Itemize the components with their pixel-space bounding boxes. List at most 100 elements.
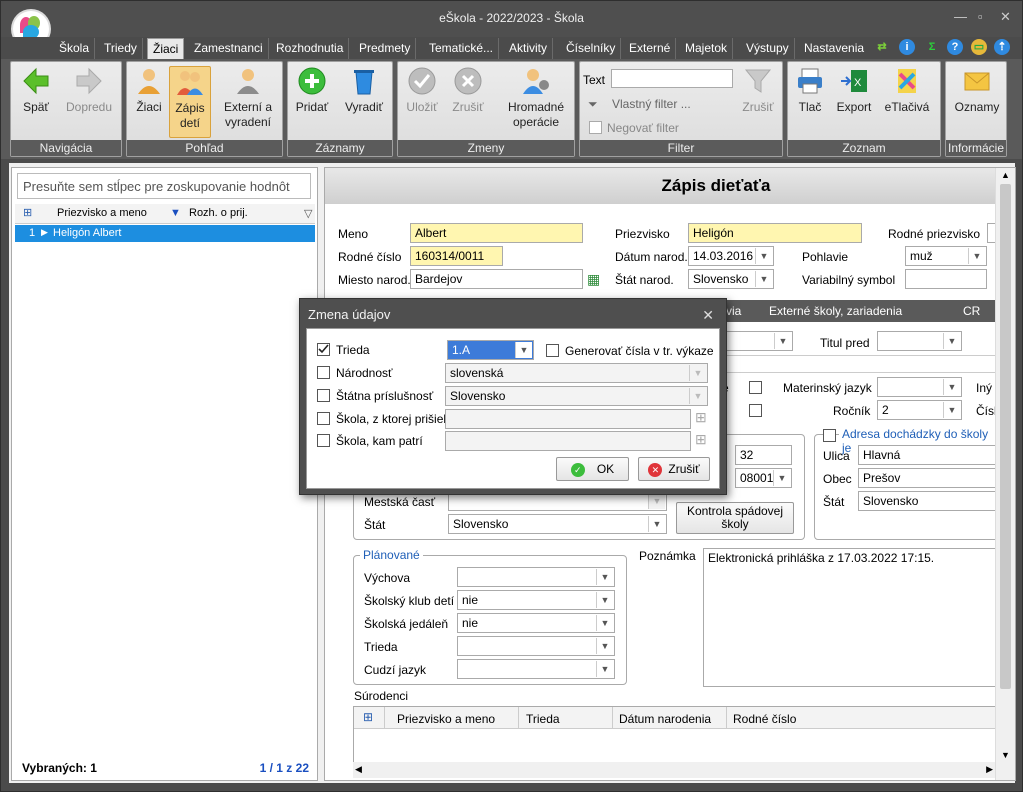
etlaciva-button[interactable]: eTlačivá (882, 66, 932, 115)
statna-prislusnost-select[interactable]: Slovensko ▼ (445, 386, 708, 406)
skd-select[interactable]: nie ▼ (457, 590, 615, 610)
col-rozh-header[interactable]: Rozh. o prij. (189, 207, 248, 219)
menu-nastavenia[interactable]: Nastavenia (799, 38, 869, 59)
trieda-checkbox[interactable] (317, 343, 330, 356)
skola-prisiel-checkbox[interactable] (317, 412, 330, 425)
vertical-scrollbar[interactable]: ▲ ▼ (995, 168, 1015, 780)
menu-rozhodnutia[interactable]: Rozhodnutia (271, 38, 350, 59)
menu-tematicke[interactable]: Tematické... (424, 38, 500, 59)
column-chooser-icon[interactable]: ⊞ (23, 206, 32, 219)
pohlavie-select[interactable]: muž ▼ (905, 246, 987, 266)
filter-text-input[interactable] (611, 69, 733, 88)
refresh-icon[interactable]: ⇄ (874, 39, 890, 55)
narodnost-checkbox[interactable] (317, 366, 330, 379)
menu-majetok[interactable]: Majetok (680, 38, 734, 59)
info-icon[interactable]: i (899, 39, 915, 55)
menu-aktivity[interactable]: Aktivity (504, 38, 554, 59)
cislo-domu-input[interactable]: 32 (735, 445, 792, 465)
sur-col-rodne-cislo[interactable]: Rodné číslo (733, 712, 796, 726)
skola-patri-input[interactable] (445, 431, 691, 451)
restore-icon[interactable]: ▫ (978, 9, 983, 24)
close-icon[interactable]: ✕ (1000, 9, 1011, 25)
jedalen-select[interactable]: nie ▼ (457, 613, 615, 633)
stat-select[interactable]: Slovensko ▼ (448, 514, 667, 534)
column-chooser-icon[interactable]: ⊞ (363, 710, 373, 724)
negovat-filter-checkbox[interactable] (589, 121, 602, 134)
priezvisko-input[interactable]: Heligón (688, 223, 862, 243)
option-checkbox-2[interactable] (749, 404, 762, 417)
add-school-icon[interactable]: ⊞ (695, 409, 707, 426)
menu-vystupy[interactable]: Výstupy (741, 38, 795, 59)
hromadne-operacie-button[interactable]: Hromadné operácie (502, 66, 570, 130)
ulica-input[interactable]: Hlavná (858, 445, 998, 465)
tab-externe-skoly[interactable]: Externé školy, zariadenia (769, 304, 902, 318)
menu-triedy[interactable]: Triedy (99, 38, 143, 59)
minimize-icon[interactable]: — (954, 9, 967, 24)
menu-ciselniky[interactable]: Číselníky (561, 38, 622, 59)
col-priezvisko-header[interactable]: Priezvisko a meno (57, 207, 147, 219)
export-button[interactable]: X Export (834, 66, 874, 115)
add-place-icon[interactable]: ▦ (587, 271, 600, 288)
rocnik-select[interactable]: 2 ▼ (877, 400, 962, 420)
generovat-cisla-checkbox[interactable] (546, 344, 559, 357)
menu-externe[interactable]: Externé (624, 38, 677, 59)
spat-button[interactable]: Späť (15, 66, 57, 115)
table-row[interactable]: 1 ▶ Heligón Albert (15, 225, 315, 242)
sur-col-name[interactable]: Priezvisko a meno (397, 712, 495, 726)
externi-vyradeni-button[interactable]: Externí a vyradení (219, 66, 277, 130)
row-field[interactable] (725, 355, 997, 373)
tlac-button[interactable]: Tlač (792, 66, 828, 115)
materinsky-jazyk-select[interactable]: ▼ (877, 377, 962, 397)
variabilny-symbol-input[interactable] (905, 269, 987, 289)
remote-icon[interactable]: ▭ (971, 39, 987, 55)
skola-patri-checkbox[interactable] (317, 434, 330, 447)
update-icon[interactable]: ⇡ (994, 39, 1010, 55)
titul-pred-select[interactable]: ▼ (877, 331, 962, 351)
horizontal-scrollbar[interactable]: ◀ ▶ (353, 762, 995, 778)
rodne-cislo-input[interactable]: 160314/0011 (410, 246, 503, 266)
dopredu-button[interactable]: Dopredu (61, 66, 117, 115)
zrusit-filter-button[interactable]: Zrušiť (738, 66, 778, 115)
sigma-icon[interactable]: Σ (924, 39, 940, 55)
filter-icon[interactable]: ▽ (304, 207, 312, 220)
psc-select[interactable]: 08001 ▼ (735, 468, 792, 488)
combo-hidden[interactable]: ▼ (725, 331, 793, 351)
datum-narodenia-input[interactable]: 14.03.2016 ▼ (688, 246, 774, 266)
ok-button[interactable]: ✓ OK (556, 457, 629, 481)
trieda-select[interactable]: 1.A ▼ (447, 340, 534, 360)
ziaci-view-button[interactable]: Žiaci (131, 66, 167, 115)
menu-zamestnanci[interactable]: Zamestnanci (189, 38, 269, 59)
dialog-close-icon[interactable]: ✕ (702, 307, 714, 324)
zapis-deti-button[interactable]: Zápis detí (169, 66, 211, 138)
cudzi-jazyk-select[interactable]: ▼ (457, 659, 615, 679)
obec-input[interactable]: Prešov (858, 468, 998, 488)
stat-dochadzky-input[interactable]: Slovensko (858, 491, 998, 511)
poznamka-textarea[interactable]: Elektronická prihláška z 17.03.2022 17:1… (703, 548, 997, 687)
skola-prisiel-input[interactable] (445, 409, 691, 429)
menu-ziaci[interactable]: Žiaci (147, 38, 185, 59)
pridat-button[interactable]: Pridať (294, 66, 330, 115)
vyradit-button[interactable]: Vyradiť (340, 66, 388, 115)
sur-col-datum[interactable]: Dátum narodenia (619, 712, 711, 726)
vlastny-filter-link[interactable]: Vlastný filter ... (612, 97, 691, 111)
menu-predmety[interactable]: Predmety (354, 38, 417, 59)
miesto-narodenia-input[interactable]: Bardejov (410, 269, 583, 289)
group-by-area[interactable]: Presuňte sem stĺpec pre zoskupovanie hod… (17, 173, 311, 199)
zrusit-button[interactable]: ✕ Zrušiť (638, 457, 710, 481)
meno-input[interactable]: Albert (410, 223, 583, 243)
option-checkbox[interactable] (749, 381, 762, 394)
add-school-icon[interactable]: ⊞ (695, 431, 707, 448)
sur-col-trieda[interactable]: Trieda (526, 712, 560, 726)
menu-skola[interactable]: Škola (54, 38, 96, 59)
oznamy-button[interactable]: Oznamy (950, 66, 1004, 115)
kontrola-spadovej-skoly-button[interactable]: Kontrola spádovej školy (676, 502, 794, 534)
adresa-dochadzky-checkbox[interactable] (823, 429, 836, 442)
trieda-plan-select[interactable]: ▼ (457, 636, 615, 656)
help-icon[interactable]: ? (947, 39, 963, 55)
stat-narodenia-select[interactable]: Slovensko ▼ (688, 269, 774, 289)
vychova-select[interactable]: ▼ (457, 567, 615, 587)
statna-prislusnost-checkbox[interactable] (317, 389, 330, 402)
tab-cr[interactable]: CR (963, 304, 980, 318)
zrusit-zmeny-button[interactable]: Zrušiť (448, 66, 488, 115)
filter-active-icon[interactable]: ▼ (170, 207, 181, 219)
